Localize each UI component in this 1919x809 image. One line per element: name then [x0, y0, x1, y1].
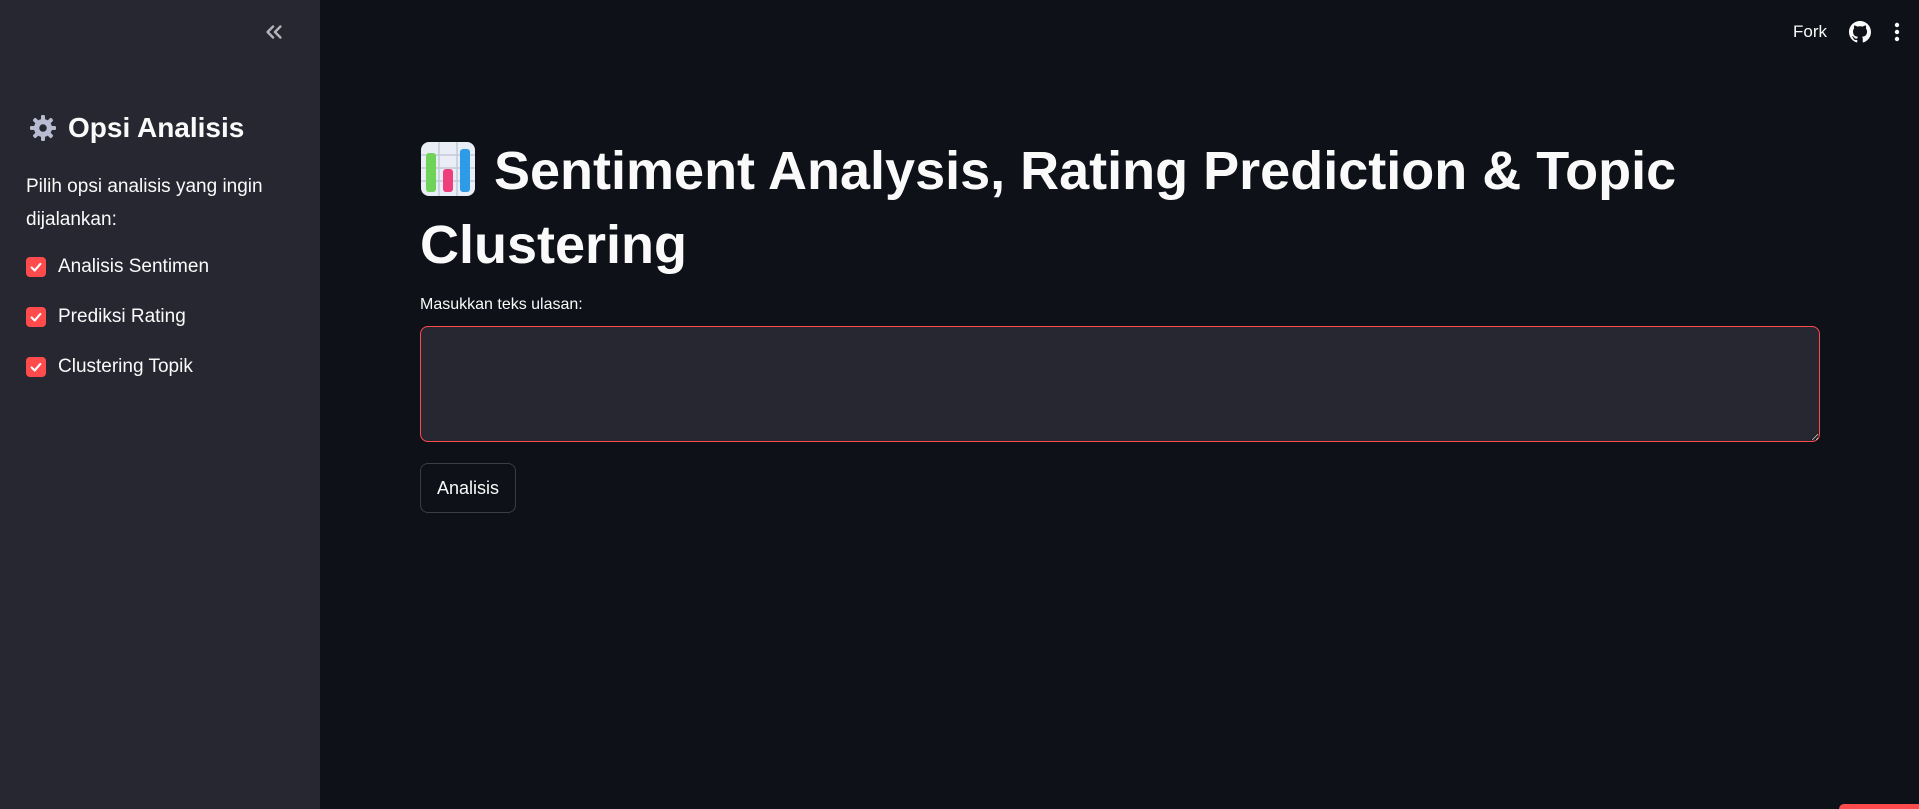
sidebar-title-text: Opsi Analisis	[68, 112, 245, 143]
checkbox-checked-icon[interactable]	[26, 307, 46, 327]
collapse-sidebar-button[interactable]	[260, 18, 288, 46]
gear-icon	[30, 115, 56, 141]
checkbox-clustering-topik[interactable]: Clustering Topik	[26, 356, 193, 378]
analyze-button[interactable]: Analisis	[420, 463, 516, 513]
sidebar: Opsi Analisis Pilih opsi analisis yang i…	[0, 0, 320, 809]
main-menu-button[interactable]	[1893, 21, 1901, 43]
kebab-menu-icon	[1894, 22, 1900, 42]
checkbox-analisis-sentimen[interactable]: Analisis Sentimen	[26, 256, 209, 278]
checkbox-checked-icon[interactable]	[26, 357, 46, 377]
checkbox-checked-icon[interactable]	[26, 257, 46, 277]
app-root: Opsi Analisis Pilih opsi analisis yang i…	[0, 0, 1919, 809]
checkbox-label: Prediksi Rating	[58, 306, 186, 327]
checkbox-label: Clustering Topik	[58, 356, 193, 377]
checkbox-label: Analisis Sentimen	[58, 256, 210, 277]
double-chevron-left-icon	[266, 25, 282, 39]
review-input-label: Masukkan teks ulasan:	[420, 296, 583, 313]
page-title-text: Sentiment Analysis, Rating Prediction & …	[420, 141, 1677, 275]
review-textarea[interactable]	[420, 326, 1820, 442]
bar-chart-icon	[420, 141, 476, 212]
sidebar-title: Opsi Analisis	[28, 112, 244, 144]
fork-button[interactable]: Fork	[1793, 22, 1827, 42]
checkbox-prediksi-rating[interactable]: Prediksi Rating	[26, 306, 186, 328]
status-badge	[1839, 804, 1919, 809]
page-title: Sentiment Analysis, Rating Prediction & …	[420, 138, 1840, 278]
github-icon	[1849, 21, 1871, 43]
sidebar-description: Pilih opsi analisis yang ingin dijalanka…	[26, 176, 263, 230]
github-button[interactable]	[1849, 21, 1871, 43]
header-toolbar: Fork	[1793, 18, 1901, 46]
